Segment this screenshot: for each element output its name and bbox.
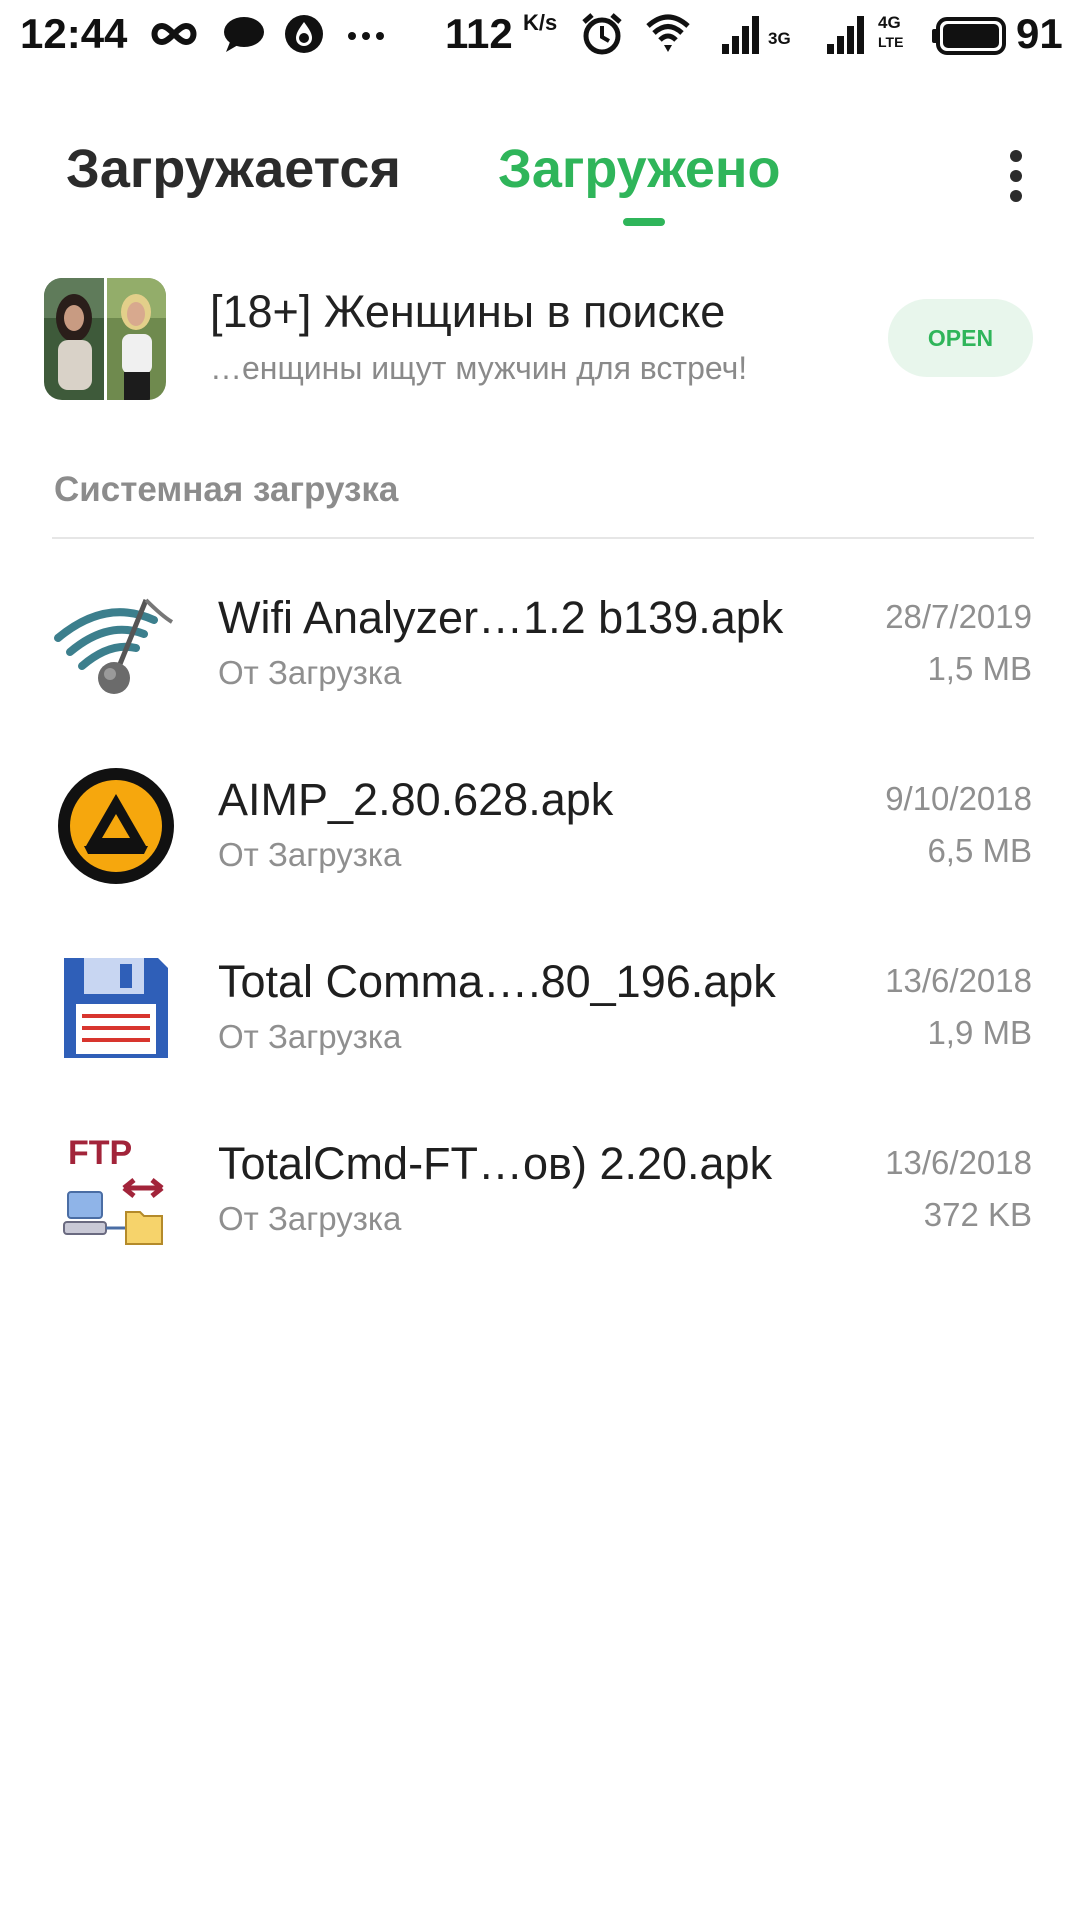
open-button[interactable]: OPEN xyxy=(888,299,1033,377)
more-options-button[interactable] xyxy=(996,136,1036,216)
battery-icon xyxy=(932,17,1006,55)
file-date: 28/7/2019 xyxy=(885,598,1032,635)
promo-title: [18+] Женщины в поиске xyxy=(210,286,726,337)
download-tabs: Загружается Загружено xyxy=(0,120,1080,230)
status-bar: 12:44 112 K/s 3G 4G LTE 91 xyxy=(0,0,1080,70)
app-notification-icon xyxy=(285,15,323,53)
file-row[interactable]: FTP TotalCmd-FT…ов) 2.20.apk От Загрузка… xyxy=(0,1114,1080,1274)
file-row[interactable]: AIMP_2.80.628.apk От Загрузка 9/10/2018 … xyxy=(0,750,1080,910)
wifi-analyzer-icon xyxy=(54,598,174,694)
signal-strength-icon xyxy=(722,16,759,54)
promo-ad-item[interactable]: [18+] Женщины в поиске …енщины ищут мужч… xyxy=(0,270,1080,410)
signal-strength-icon xyxy=(827,16,864,54)
tab-downloading[interactable]: Загружается xyxy=(66,138,401,200)
section-title: Системная загрузка xyxy=(54,470,399,509)
battery-level: 91 xyxy=(1016,10,1063,57)
file-size: 6,5 MB xyxy=(927,832,1032,869)
network-speed: 112 xyxy=(445,10,513,57)
file-name: TotalCmd-FT…ов) 2.20.apk xyxy=(218,1138,773,1189)
file-row[interactable]: Wifi Analyzer…1.2 b139.apk От Загрузка 2… xyxy=(0,568,1080,728)
file-name: Wifi Analyzer…1.2 b139.apk xyxy=(218,592,784,643)
active-tab-indicator xyxy=(623,218,665,226)
wifi-icon xyxy=(646,14,690,52)
file-name: Total Comma….80_196.apk xyxy=(218,956,776,1007)
infinity-icon xyxy=(151,22,197,46)
more-notifications-icon xyxy=(348,32,384,40)
more-dot-icon xyxy=(1010,150,1022,162)
aimp-icon xyxy=(58,768,174,884)
tab-downloaded[interactable]: Загружено xyxy=(498,138,781,200)
file-source: От Загрузка xyxy=(218,1200,402,1237)
alarm-clock-icon xyxy=(582,13,622,55)
file-source: От Загрузка xyxy=(218,1018,402,1055)
ftp-plugin-icon: FTP xyxy=(63,1134,164,1245)
file-source: От Загрузка xyxy=(218,654,402,691)
file-date: 9/10/2018 xyxy=(885,780,1032,817)
more-dot-icon xyxy=(1010,170,1022,182)
file-source: От Загрузка xyxy=(218,836,402,873)
file-date: 13/6/2018 xyxy=(885,1144,1032,1181)
network-type-3g: 3G xyxy=(768,29,791,48)
file-name: AIMP_2.80.628.apk xyxy=(218,774,614,825)
file-size: 1,9 MB xyxy=(927,1014,1032,1051)
ftp-icon-text: FTP xyxy=(68,1134,132,1172)
more-dot-icon xyxy=(1010,190,1022,202)
chat-bubble-icon xyxy=(224,17,264,52)
floppy-disk-icon xyxy=(64,958,168,1058)
file-size: 1,5 MB xyxy=(927,650,1032,687)
network-type-4g: 4G xyxy=(878,13,901,32)
file-row[interactable]: Total Comma….80_196.apk От Загрузка 13/6… xyxy=(0,932,1080,1092)
network-type-lte: LTE xyxy=(878,34,904,50)
status-time: 12:44 xyxy=(20,10,128,57)
file-date: 13/6/2018 xyxy=(885,962,1032,999)
promo-thumbnail xyxy=(44,278,166,400)
promo-subtitle: …енщины ищут мужчин для встреч! xyxy=(210,350,748,386)
file-size: 372 KB xyxy=(923,1196,1032,1233)
network-speed-unit: K/s xyxy=(523,10,558,35)
section-divider xyxy=(52,537,1034,539)
